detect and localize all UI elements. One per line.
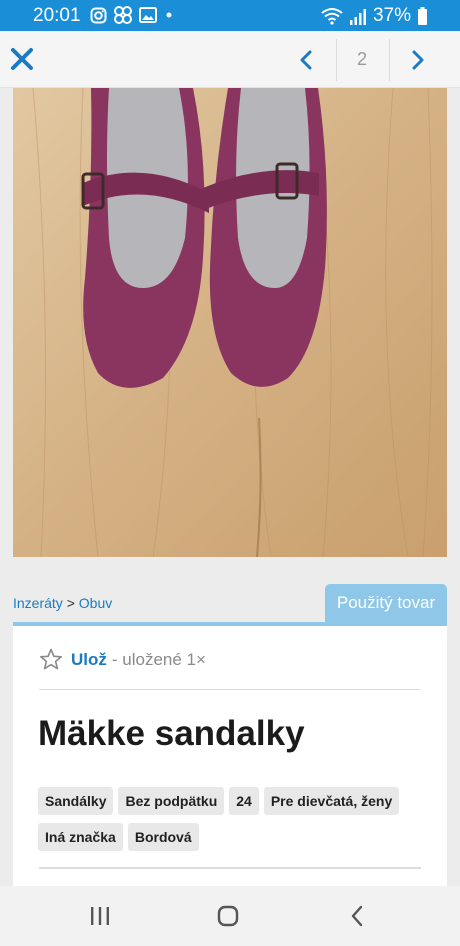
tag[interactable]: 24 — [229, 787, 259, 815]
status-bar: 20:01 37% — [0, 0, 460, 31]
divider — [389, 39, 390, 81]
tag[interactable]: Bordová — [127, 823, 199, 851]
dot-icon — [166, 12, 172, 18]
recent-apps-icon — [91, 907, 109, 925]
tag[interactable]: Sandálky — [38, 787, 114, 815]
back-button[interactable] — [350, 905, 364, 932]
battery-percent: 37% — [372, 5, 411, 26]
tag[interactable]: Iná značka — [38, 823, 123, 851]
divider — [39, 689, 421, 690]
back-icon — [351, 905, 363, 927]
chevron-left-icon — [300, 50, 312, 70]
instagram-icon — [90, 7, 107, 23]
pinwheel-icon — [114, 6, 132, 24]
product-photo[interactable] — [13, 88, 447, 557]
right-shoe — [203, 88, 327, 387]
notification-icons — [90, 6, 174, 24]
breadcrumb: Inzeráty > Obuv — [13, 595, 112, 611]
battery-icon — [418, 7, 427, 25]
saved-count: - uložené 1× — [111, 649, 206, 669]
star-icon[interactable] — [39, 648, 63, 671]
gallery-header: 2 — [0, 31, 460, 88]
image-icon — [139, 7, 157, 23]
close-icon — [11, 48, 33, 70]
system-navigation-bar — [0, 886, 460, 946]
breadcrumb-separator: > — [66, 595, 75, 611]
recent-apps-button[interactable] — [89, 906, 111, 931]
chevron-right-icon — [412, 50, 424, 70]
home-icon — [217, 905, 239, 927]
system-status-icons: 37% — [321, 5, 428, 27]
clock: 20:01 — [33, 5, 81, 26]
tag[interactable]: Pre dievčatá, ženy — [263, 787, 400, 815]
close-button[interactable] — [10, 46, 34, 72]
previous-button[interactable] — [286, 40, 326, 80]
next-button[interactable] — [398, 40, 438, 80]
listing-card: Ulož - uložené 1× Mäkke sandalky Sandálk… — [13, 626, 447, 886]
home-button[interactable] — [217, 905, 239, 932]
condition-badge: Použitý tovar — [325, 584, 447, 622]
divider — [39, 867, 421, 869]
page-number: 2 — [356, 49, 367, 69]
save-button[interactable]: Ulož — [71, 650, 107, 670]
breadcrumb-link-obuv[interactable]: Obuv — [79, 595, 112, 611]
breadcrumb-link-inzeraty[interactable]: Inzeráty — [13, 595, 63, 611]
save-row: Ulož - uložené 1× — [39, 648, 206, 671]
signal-icon — [349, 8, 366, 25]
tag[interactable]: Bez podpätku — [118, 787, 225, 815]
tag-list: Sandálky Bez podpätku 24 Pre dievčatá, ž… — [38, 787, 428, 851]
wifi-icon — [321, 8, 343, 25]
listing-title: Mäkke sandalky — [38, 714, 305, 753]
